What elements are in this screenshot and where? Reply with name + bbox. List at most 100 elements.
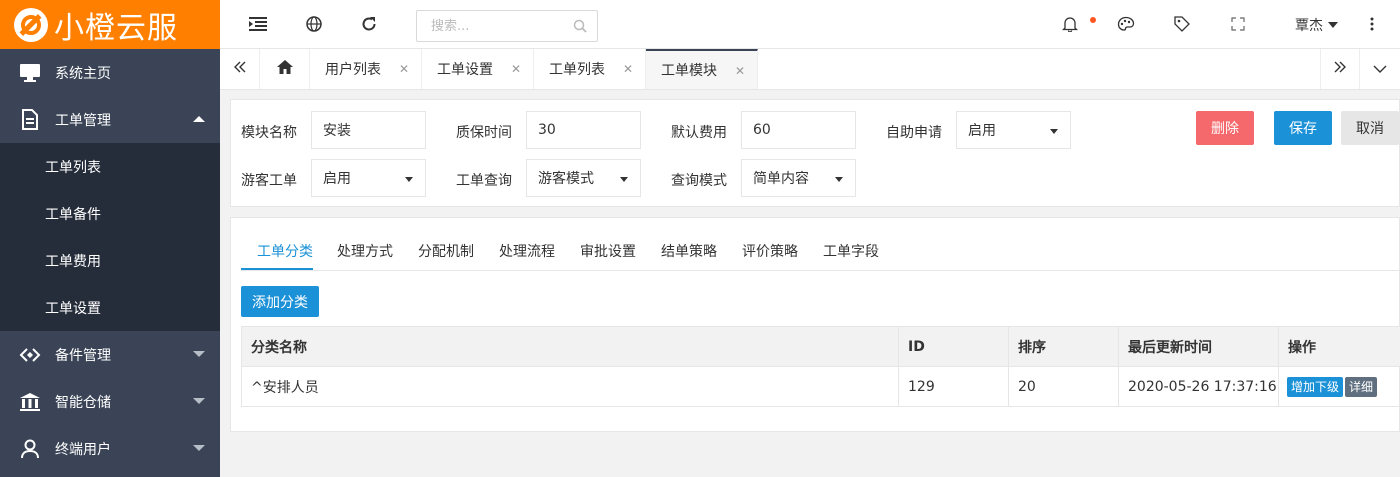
delete-button[interactable]: 删除 <box>1196 111 1254 145</box>
tab-label: 工单模块 <box>661 63 717 79</box>
sidebar-item-label: 备件管理 <box>55 347 111 364</box>
bank-icon <box>18 391 42 413</box>
tab-review-policy[interactable]: 评价策略 <box>742 241 798 261</box>
query-mode-label: 查询模式 <box>671 173 727 189</box>
query-mode-select[interactable]: 简单内容 <box>741 159 856 197</box>
tab-closing-policy[interactable]: 结单策略 <box>661 241 717 261</box>
warranty-field[interactable]: 30 <box>526 111 641 149</box>
caret-down-icon <box>1328 22 1338 28</box>
details-button[interactable]: 详细 <box>1345 376 1378 397</box>
double-chevron-left-icon <box>233 61 246 77</box>
search-input[interactable] <box>417 11 567 41</box>
active-tab-indicator <box>241 268 313 270</box>
sidebar-item-parts-management[interactable]: 备件管理 <box>0 331 220 378</box>
actions-cell: 增加下级 详细 <box>1278 366 1400 407</box>
add-subcategory-button[interactable]: 增加下级 <box>1287 376 1344 397</box>
user-menu[interactable]: 覃杰 <box>1295 15 1338 35</box>
ticket-query-select[interactable]: 游客模式 <box>526 159 641 197</box>
category-name-cell[interactable]: ^安排人员 <box>241 366 899 407</box>
monitor-icon <box>18 62 42 84</box>
self-apply-select[interactable]: 启用 <box>956 111 1071 149</box>
sidebar: 小橙云服 系统主页 工单管理 工单列表 工单备件 工单费用 工单设置 备件管理 … <box>0 0 220 477</box>
orange-logo-icon <box>14 7 48 42</box>
default-fee-label: 默认费用 <box>671 125 727 141</box>
close-icon[interactable]: ✕ <box>399 62 409 76</box>
add-category-button[interactable]: 添加分类 <box>241 286 319 317</box>
menu-toggle-icon[interactable] <box>248 14 268 34</box>
caret-down-icon <box>193 445 205 451</box>
category-table: 分类名称 ID 排序 最后更新时间 操作 ^安排人员 129 20 2020-0… <box>241 326 1400 407</box>
updated-time-cell: 2020-05-26 17:37:16 <box>1118 366 1279 407</box>
table-header-row: 分类名称 ID 排序 最后更新时间 操作 <box>241 326 1400 367</box>
module-config-panel: 工单分类 处理方式 分配机制 处理流程 审批设置 结单策略 评价策略 工单字段 … <box>230 217 1400 432</box>
default-fee-field[interactable]: 60 <box>741 111 856 149</box>
warranty-label: 质保时间 <box>456 125 512 141</box>
guest-ticket-value: 启用 <box>323 171 351 187</box>
tab-handling-process[interactable]: 处理流程 <box>499 241 555 261</box>
bell-icon[interactable] <box>1060 14 1080 34</box>
document-icon <box>18 109 42 131</box>
sidebar-subitem-ticket-parts[interactable]: 工单备件 <box>0 190 220 237</box>
close-icon[interactable]: ✕ <box>623 62 633 76</box>
column-header: ID <box>898 326 1009 367</box>
query-mode-value: 简单内容 <box>753 171 809 187</box>
self-apply-label: 自助申请 <box>886 125 942 141</box>
chevron-down-icon <box>1373 61 1387 77</box>
column-header: 排序 <box>1008 326 1119 367</box>
user-icon <box>18 438 42 460</box>
sidebar-item-ticket-management[interactable]: 工单管理 <box>0 96 220 143</box>
sidebar-subitem-ticket-list[interactable]: 工单列表 <box>0 143 220 190</box>
module-name-label: 模块名称 <box>241 125 297 141</box>
notification-dot <box>1090 17 1096 23</box>
tab-label: 工单列表 <box>549 62 605 78</box>
self-apply-value: 启用 <box>968 123 996 139</box>
ticket-query-value: 游客模式 <box>538 171 594 187</box>
sidebar-item-label: 工单管理 <box>55 112 111 129</box>
palette-icon[interactable] <box>1116 14 1136 34</box>
cancel-button[interactable]: 取消 <box>1341 111 1399 145</box>
tabs-menu-button[interactable] <box>1360 49 1400 89</box>
tab-label: 用户列表 <box>325 62 381 78</box>
refresh-icon[interactable] <box>359 14 379 34</box>
tag-icon[interactable] <box>1172 14 1192 34</box>
brand-logo[interactable]: 小橙云服 <box>0 0 220 49</box>
close-icon[interactable]: ✕ <box>735 64 745 78</box>
tabs-scroll-right-button[interactable] <box>1320 49 1360 89</box>
save-button[interactable]: 保存 <box>1274 111 1332 145</box>
top-header: 覃杰 <box>220 0 1400 49</box>
guest-ticket-select[interactable]: 启用 <box>311 159 426 197</box>
sidebar-item-home[interactable]: 系统主页 <box>0 49 220 96</box>
globe-icon[interactable] <box>304 14 324 34</box>
tab-assignment-mechanism[interactable]: 分配机制 <box>418 241 474 261</box>
dropdown-arrow-icon <box>835 177 843 182</box>
module-name-field[interactable]: 安装 <box>311 111 426 149</box>
sidebar-item-end-users[interactable]: 终端用户 <box>0 425 220 472</box>
tab-ticket-list[interactable]: 工单列表 ✕ <box>534 49 646 89</box>
module-name-value: 安装 <box>323 123 351 139</box>
tabs-scroll-left-button[interactable] <box>220 49 260 89</box>
dropdown-arrow-icon <box>405 177 413 182</box>
tab-ticket-module[interactable]: 工单模块 ✕ <box>646 49 758 89</box>
tab-ticket-settings[interactable]: 工单设置 ✕ <box>422 49 534 89</box>
tab-label: 工单设置 <box>437 62 493 78</box>
search-icon[interactable] <box>573 19 587 37</box>
search-box <box>416 10 598 42</box>
sidebar-subitem-ticket-fees[interactable]: 工单费用 <box>0 237 220 284</box>
sidebar-item-label: 系统主页 <box>55 65 111 82</box>
sidebar-item-smart-warehouse[interactable]: 智能仓储 <box>0 378 220 425</box>
fullscreen-icon[interactable] <box>1228 14 1248 34</box>
id-cell: 129 <box>898 366 1009 407</box>
close-icon[interactable]: ✕ <box>511 62 521 76</box>
tab-ticket-category[interactable]: 工单分类 <box>257 241 313 261</box>
more-vertical-icon[interactable] <box>1362 14 1382 34</box>
tab-handling-method[interactable]: 处理方式 <box>337 241 393 261</box>
caret-up-icon <box>193 116 205 122</box>
guest-ticket-label: 游客工单 <box>241 173 297 189</box>
brand-name: 小橙云服 <box>54 10 178 46</box>
tab-approval-settings[interactable]: 审批设置 <box>580 241 636 261</box>
tab-ticket-fields[interactable]: 工单字段 <box>823 241 879 261</box>
tab-home[interactable] <box>260 49 310 89</box>
column-header: 分类名称 <box>241 326 899 367</box>
sidebar-subitem-ticket-settings[interactable]: 工单设置 <box>0 284 220 331</box>
tab-user-list[interactable]: 用户列表 ✕ <box>310 49 422 89</box>
